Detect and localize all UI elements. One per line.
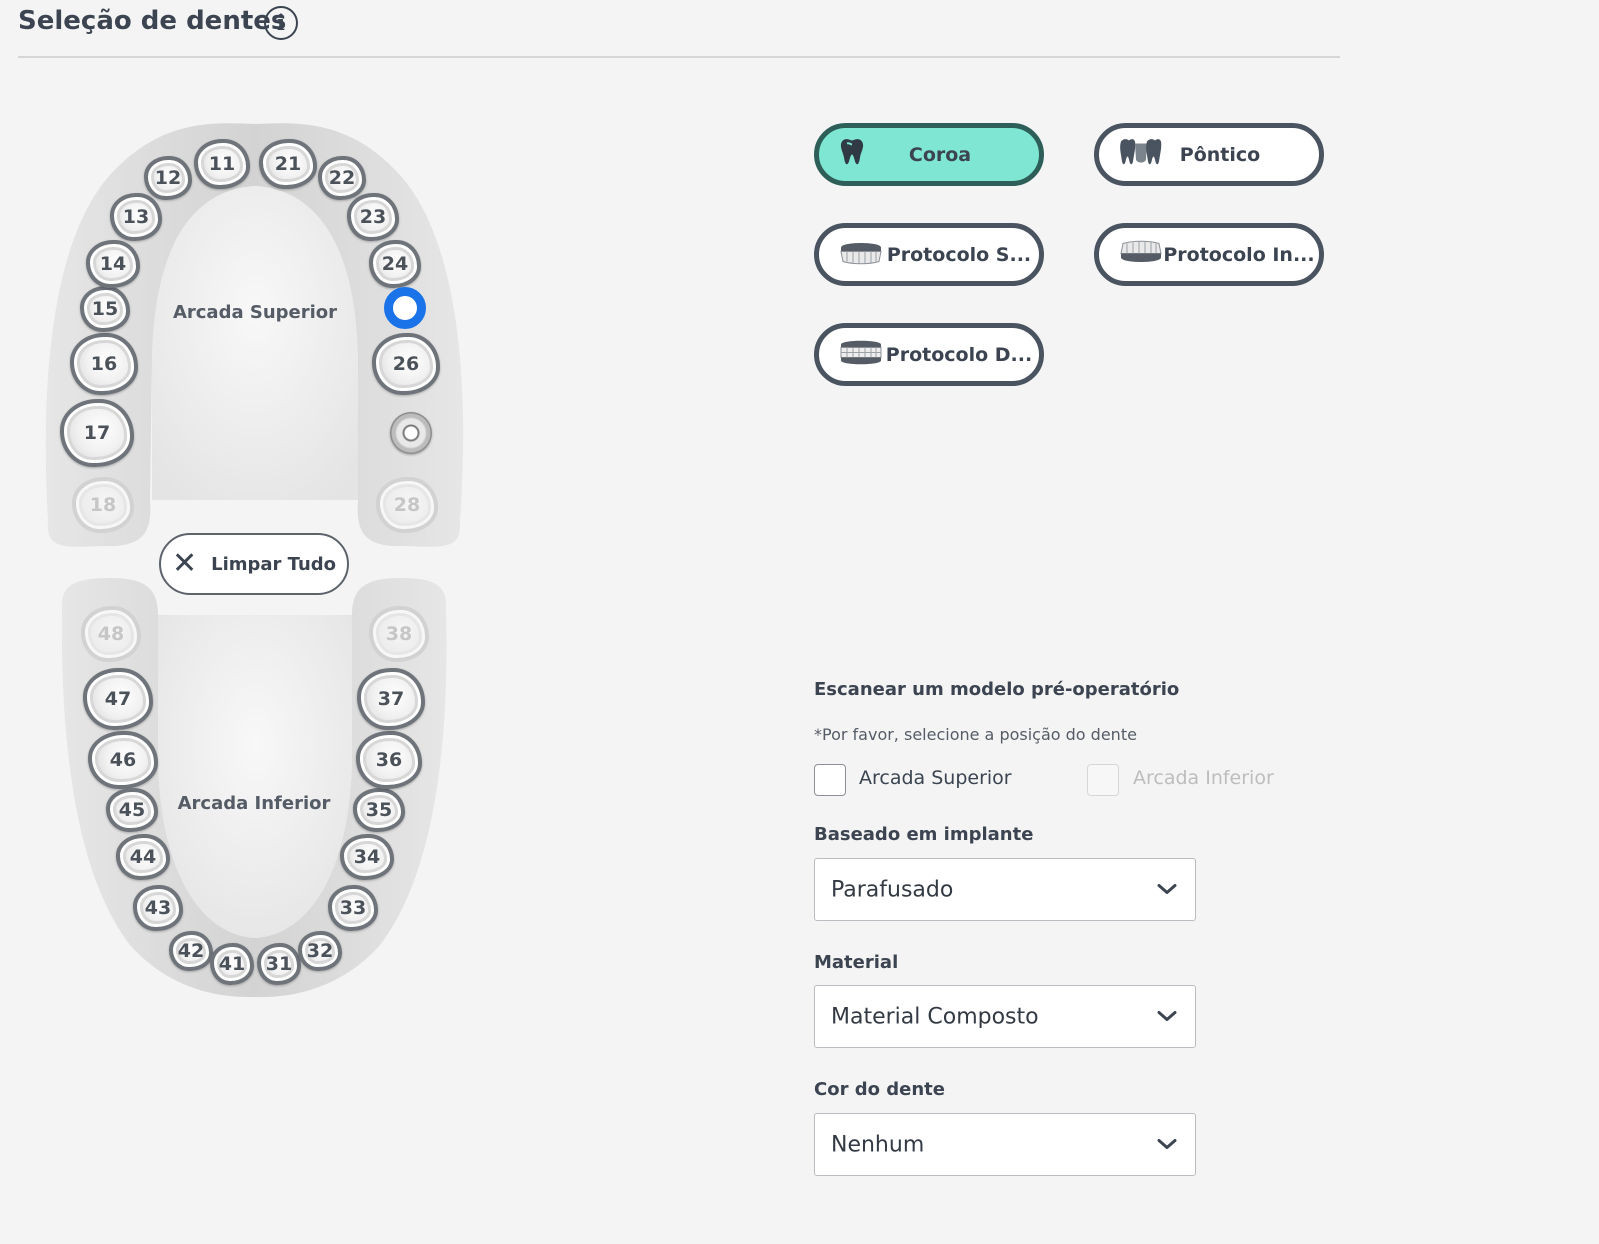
upper-arch-checkbox[interactable] — [814, 764, 846, 796]
chevron-down-icon — [1157, 880, 1177, 899]
clear-all-label: Limpar Tudo — [211, 553, 337, 575]
tooth-26[interactable]: 26 — [372, 333, 440, 395]
clear-all-button[interactable]: ✕ Limpar Tudo — [159, 533, 349, 595]
full-denture-icon — [839, 338, 883, 371]
upper-arch-checkbox-label: Arcada Superior — [859, 767, 1012, 789]
tooth-34[interactable]: 34 — [340, 834, 394, 880]
chevron-down-icon — [1157, 1135, 1177, 1154]
type-label-pontico: Pôntico — [1179, 143, 1261, 166]
tooth-45[interactable]: 45 — [106, 788, 158, 832]
type-button-pontico[interactable]: Pôntico — [1094, 123, 1324, 186]
tooth-42[interactable]: 42 — [169, 931, 213, 971]
type-button-coroa[interactable]: Coroa — [814, 123, 1044, 186]
tooth-36[interactable]: 36 — [356, 731, 422, 789]
tooth-17[interactable]: 17 — [60, 399, 134, 467]
shade-select-value: Nenhum — [831, 1132, 925, 1157]
type-label-protocolo-duplo: Protocolo D... — [885, 343, 1033, 366]
lower-arch-checkbox[interactable] — [1087, 764, 1119, 796]
tooth-25-selected[interactable] — [384, 287, 426, 329]
implant-label: Baseado em implante — [814, 824, 1034, 845]
tooth-22[interactable]: 22 — [318, 156, 366, 200]
shade-select[interactable]: Nenhum — [814, 1113, 1196, 1176]
tooth-38[interactable]: 38 — [369, 606, 429, 662]
tooth-15[interactable]: 15 — [80, 286, 130, 332]
tooth-33[interactable]: 33 — [328, 885, 378, 931]
lower-denture-icon — [1119, 239, 1163, 270]
tooth-32[interactable]: 32 — [298, 931, 342, 971]
type-button-protocolo-duplo[interactable]: Protocolo D... — [814, 323, 1044, 386]
type-button-protocolo-inferior[interactable]: Protocolo In... — [1094, 223, 1324, 286]
tooth-37[interactable]: 37 — [357, 668, 425, 730]
tooth-46[interactable]: 46 — [88, 731, 158, 789]
tooth-16[interactable]: 16 — [70, 333, 138, 395]
type-label-protocolo-superior: Protocolo S... — [886, 243, 1032, 266]
upper-denture-icon — [839, 239, 883, 270]
type-label-protocolo-inferior: Protocolo In... — [1163, 243, 1315, 266]
dental-chart: Arcada Superior Arcada Inferior 18 17 16 15… — [0, 0, 560, 1244]
crown-tooth-icon — [839, 137, 865, 172]
chevron-down-icon — [1157, 1007, 1177, 1026]
tooth-31[interactable]: 31 — [257, 943, 301, 985]
tooth-14[interactable]: 14 — [86, 240, 140, 288]
tooth-12[interactable]: 12 — [144, 156, 192, 200]
lower-arch-checkbox-label: Arcada Inferior — [1133, 767, 1274, 789]
tooth-23[interactable]: 23 — [347, 193, 399, 241]
type-label-coroa: Coroa — [908, 143, 972, 166]
tooth-24[interactable]: 24 — [369, 240, 421, 288]
tooth-18[interactable]: 18 — [72, 477, 134, 533]
tooth-47[interactable]: 47 — [83, 668, 153, 730]
tooth-43[interactable]: 43 — [133, 885, 183, 931]
implant-select-value: Parafusado — [831, 877, 954, 902]
tooth-11[interactable]: 11 — [194, 139, 250, 189]
upper-arch-label: Arcada Superior — [172, 302, 338, 323]
scan-hint: *Por favor, selecione a posição do dente — [814, 725, 1137, 744]
upper-arch-inner — [152, 186, 358, 500]
material-select-value: Material Composto — [831, 1004, 1039, 1029]
tooth-35[interactable]: 35 — [353, 788, 405, 832]
tooth-48[interactable]: 48 — [81, 606, 141, 662]
lower-arch-inner — [158, 615, 352, 938]
tooth-44[interactable]: 44 — [116, 834, 170, 880]
tooth-13[interactable]: 13 — [110, 193, 162, 241]
close-icon: ✕ — [171, 546, 198, 581]
material-label: Material — [814, 952, 899, 973]
tooth-27-implant-icon[interactable] — [390, 412, 432, 454]
tooth-41[interactable]: 41 — [210, 943, 254, 985]
bridge-teeth-icon — [1119, 137, 1163, 172]
shade-label: Cor do dente — [814, 1079, 945, 1100]
type-button-protocolo-superior[interactable]: Protocolo S... — [814, 223, 1044, 286]
tooth-21[interactable]: 21 — [259, 139, 317, 189]
material-select[interactable]: Material Composto — [814, 985, 1196, 1048]
lower-arch-label: Arcada Inferior — [177, 793, 331, 814]
scan-section-title: Escanear um modelo pré-operatório — [814, 679, 1180, 700]
tooth-28[interactable]: 28 — [376, 477, 438, 533]
implant-select[interactable]: Parafusado — [814, 858, 1196, 921]
